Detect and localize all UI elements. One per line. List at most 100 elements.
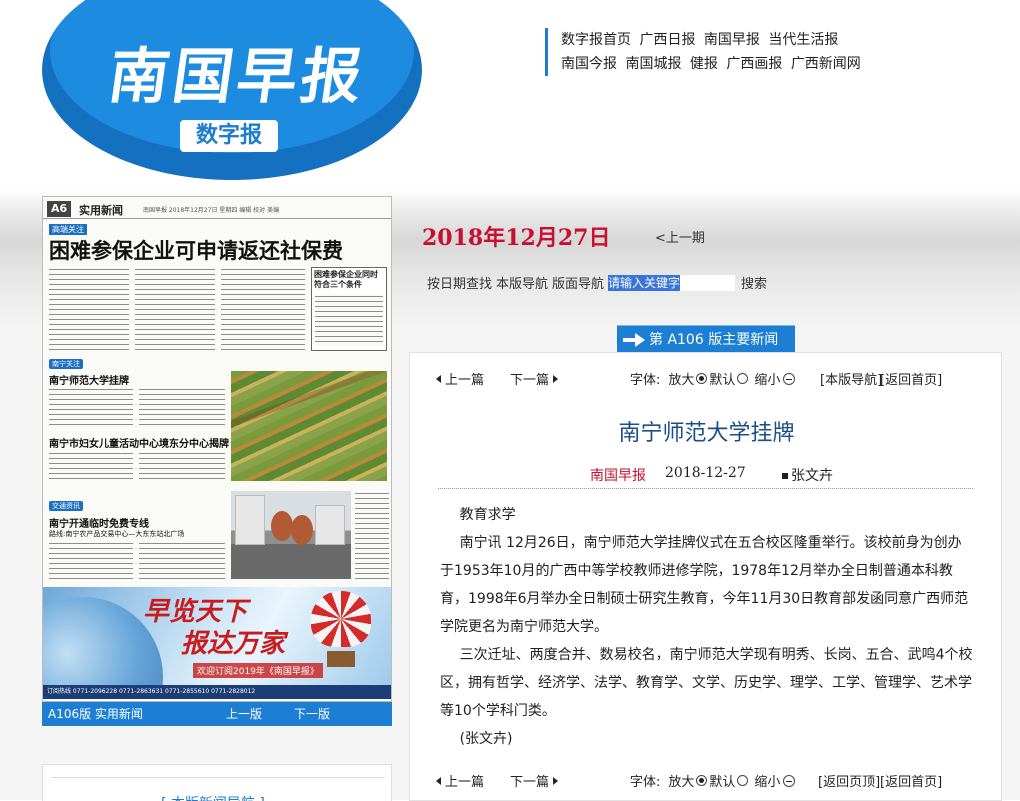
hot-air-balloon-icon	[311, 591, 371, 647]
site-header: 南国早报 数字报 数字报首页 广西日报 南国早报 当代生活报 南国今报 南国城报…	[0, 0, 1020, 190]
paper-headline-tag: 高端关注	[49, 224, 87, 235]
article-author: 张文卉	[782, 465, 833, 485]
paper-headline[interactable]: 困难参保企业可申请返还社保费	[49, 235, 343, 265]
prev-issue-link[interactable]: <上一期	[655, 227, 705, 246]
top-links-row-2: 南国今报 南国城报 健报 广西画报 广西新闻网	[561, 52, 865, 76]
font-radio-default[interactable]	[737, 373, 749, 384]
digital-edition-badge[interactable]: 数字报	[180, 120, 278, 152]
page-news-nav-box: [ 本版新闻导航 ]	[42, 764, 392, 801]
link-nanguo-city[interactable]: 南国城报	[625, 56, 681, 72]
font-label: 字体:	[630, 775, 661, 790]
page-pager: A106版 实用新闻 上一版 下一版	[42, 702, 392, 726]
page-nav-link[interactable]: 本版导航	[496, 273, 548, 292]
page-news-nav-title: [ 本版新闻导航 ]	[161, 793, 265, 801]
back-to-top-button[interactable]: [返回页顶]	[818, 771, 880, 790]
triangle-right-icon	[553, 776, 559, 785]
article-byline: 南国早报 2018-12-27 张文卉	[590, 465, 833, 485]
next-article-link[interactable]: 下一篇	[510, 369, 559, 388]
font-default-option[interactable]: 默认	[709, 369, 735, 388]
paper-story2-title[interactable]: 南宁市妇女儿童活动中心境东分中心揭牌	[49, 435, 229, 450]
ad-subscribe-text: 欢迎订阅2019年《南国早报》	[193, 663, 323, 678]
link-guangxi-pictorial[interactable]: 广西画报	[726, 56, 782, 72]
paper-sidebox-title: 困难参保企业同时符合三个条件	[314, 270, 378, 289]
home-button[interactable]: [返回首页]	[880, 369, 942, 388]
current-page-label: A106版 实用新闻	[48, 707, 143, 721]
section-tab[interactable]: 第 A106 版主要新闻	[617, 325, 795, 353]
ad-slogan-2: 报达万家	[181, 629, 286, 659]
font-radio-default[interactable]	[737, 775, 749, 786]
date-search-link[interactable]: 按日期查找	[427, 273, 492, 292]
paper-photo-fields	[231, 371, 387, 481]
paper-story3-tag: 交通资讯	[49, 501, 83, 511]
site-logo[interactable]: 南国早报	[104, 28, 372, 115]
triangle-left-icon	[436, 374, 441, 383]
font-default-option[interactable]: 默认	[709, 771, 735, 790]
link-guangxi-news[interactable]: 广西新闻网	[791, 56, 861, 72]
top-nav-links: 数字报首页 广西日报 南国早报 当代生活报 南国今报 南国城报 健报 广西画报 …	[545, 28, 865, 76]
ad-hotline-strip: 订阅热线 0771-2096228 0771-2863631 0771-2855…	[43, 685, 391, 699]
link-health[interactable]: 健报	[690, 56, 718, 72]
link-nanguo-morning[interactable]: 南国早报	[704, 32, 760, 48]
link-guangxi-daily[interactable]: 广西日报	[639, 32, 695, 48]
font-large-option[interactable]: 放大	[668, 771, 694, 790]
font-radio-large[interactable]	[696, 373, 708, 384]
triangle-right-icon	[553, 374, 559, 383]
search-toolbar: 按日期查找 本版导航 版面导航 搜索	[427, 273, 771, 292]
arrow-right-icon	[623, 333, 645, 347]
prev-article-link[interactable]: 上一篇	[436, 369, 484, 388]
paper-text-column	[135, 267, 215, 353]
layout-nav-link[interactable]: 版面导航	[552, 273, 604, 292]
paper-photo-street	[231, 491, 351, 579]
paper-text-column	[221, 267, 305, 353]
paper-page-section: 实用新闻	[79, 204, 123, 217]
newspaper-page-image[interactable]: A6 实用新闻 南国早报 2018年12月27日 星期四 编辑 校对 美编 高端…	[42, 196, 392, 702]
top-links-row-1: 数字报首页 广西日报 南国早报 当代生活报	[561, 28, 865, 52]
article-title: 南宁师范大学挂牌	[618, 421, 795, 446]
article-toolbar-top: 上一篇 下一篇 字体: 放大 默认 缩小 [本版导航] [返回首页]	[410, 367, 1003, 389]
triangle-left-icon	[436, 776, 441, 785]
article-source: 南国早报	[590, 468, 646, 484]
font-radio-large[interactable]	[696, 775, 708, 786]
minus-circle-icon[interactable]	[783, 774, 796, 787]
paper-story1-title[interactable]: 南宁师范大学挂牌	[49, 372, 129, 387]
article-date: 2018-12-27	[665, 465, 746, 481]
byline-divider	[438, 488, 973, 489]
section-tab-label: 第 A106 版主要新闻	[649, 332, 779, 348]
article-paragraph: (张文卉)	[459, 731, 513, 747]
minus-circle-icon[interactable]	[783, 372, 796, 385]
paper-advertisement[interactable]: 早览天下 报达万家 欢迎订阅2019年《南国早报》 订阅热线 0771-2096…	[43, 587, 391, 699]
prev-article-link-bottom[interactable]: 上一篇	[436, 771, 484, 790]
paper-story3-title[interactable]: 南宁开通临时免费专线	[49, 515, 149, 530]
link-digital-home[interactable]: 数字报首页	[561, 32, 631, 48]
paper-sidebox: 困难参保企业同时符合三个条件	[311, 267, 387, 351]
page-nav-button[interactable]: [本版导航]	[820, 369, 882, 388]
paper-photo-caption	[355, 491, 389, 579]
next-page-link[interactable]: 下一版	[294, 702, 330, 726]
article-paragraph: 南宁讯 12月26日，南宁师范大学挂牌仪式在五合校区隆重举行。该校前身为创办于1…	[440, 535, 969, 635]
home-button-bottom[interactable]: [返回首页]	[880, 771, 942, 790]
font-large-option[interactable]: 放大	[668, 369, 694, 388]
paper-story1-tag: 南宁关注	[49, 359, 83, 369]
paper-page-header: A6 实用新闻 南国早报 2018年12月27日 星期四 编辑 校对 美编	[43, 201, 391, 219]
next-article-link-bottom[interactable]: 下一篇	[510, 771, 559, 790]
font-small-option[interactable]: 缩小	[754, 771, 780, 790]
article-panel: 上一篇 下一篇 字体: 放大 默认 缩小 [本版导航] [返回首页] 南宁师范大…	[409, 352, 1002, 801]
font-small-option[interactable]: 缩小	[754, 369, 780, 388]
search-input[interactable]	[608, 274, 736, 291]
paper-text-column	[49, 267, 129, 353]
font-size-controls-bottom: 字体: 放大 默认 缩小	[630, 771, 796, 790]
prev-page-link[interactable]: 上一版	[226, 702, 262, 726]
article-paragraph: 三次迁址、两度合并、数易校名，南宁师范大学现有明秀、长岗、五合、武鸣4个校区，拥…	[440, 647, 973, 719]
article-paragraph: 教育求学	[459, 507, 516, 523]
article-body: 教育求学 南宁讯 12月26日，南宁师范大学挂牌仪式在五合校区隆重举行。该校前身…	[440, 501, 975, 753]
font-size-controls: 字体: 放大 默认 缩小	[630, 369, 796, 388]
paper-header-meta: 南国早报 2018年12月27日 星期四 编辑 校对 美编	[143, 207, 280, 214]
link-contemporary-life[interactable]: 当代生活报	[768, 32, 838, 48]
font-label: 字体:	[630, 373, 661, 388]
search-button[interactable]: 搜索	[741, 273, 767, 292]
link-nanguo-today[interactable]: 南国今报	[561, 56, 617, 72]
paper-page-number: A6	[47, 201, 72, 217]
paper-story3-sub: 路线:南宁农产品交易中心—大东东站北广场	[49, 530, 185, 538]
article-toolbar-bottom: 上一篇 下一篇 字体: 放大 默认 缩小 [返回页顶] [返回首页]	[410, 769, 1003, 791]
issue-date: 2018年12月27日	[422, 225, 611, 251]
